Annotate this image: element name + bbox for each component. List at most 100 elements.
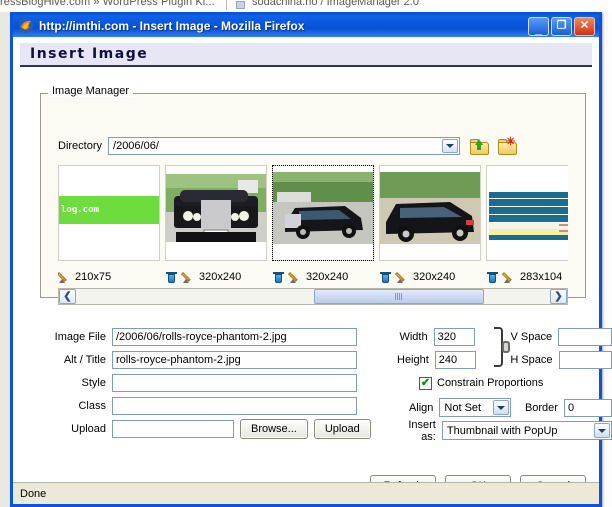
image-manager-legend: Image Manager (48, 85, 134, 97)
constrain-proportions-checkbox[interactable]: ✔ (419, 376, 432, 390)
window-titlebar[interactable]: http://imthi.com - Insert Image - Mozill… (13, 12, 599, 37)
delete-trash-icon[interactable] (272, 271, 285, 284)
background-tab-2[interactable]: sodachina.no / ImageManager 2.0 (252, 0, 419, 8)
thumbnail-item[interactable] (486, 165, 568, 261)
browse-button[interactable]: Browse... (240, 418, 308, 439)
thumbnail-row: log.com (58, 165, 568, 267)
status-bar: Done (13, 482, 599, 504)
thumbnail-caption-item: 283x104 (486, 269, 568, 285)
directory-value: /2006/06/ (113, 140, 159, 152)
thumbnail-size: 320x240 (306, 271, 349, 283)
upload-button[interactable]: Upload (313, 418, 371, 439)
align-row: Align Not Set Border 0 (397, 396, 612, 419)
thumbnail-item-selected[interactable] (272, 165, 374, 261)
thumbnail-caption-item: 320x240 (165, 269, 272, 285)
background-tab-1[interactable]: ressBlogHive.com » WordPress Plugin Ki..… (0, 0, 215, 8)
constrain-proportions-label: Constrain Proportions (437, 377, 544, 389)
upload-input[interactable] (112, 419, 234, 438)
window-title: http://imthi.com - Insert Image - Mozill… (39, 19, 528, 33)
thumbnail-caption-item: 320x240 (272, 269, 379, 285)
directory-row: Directory /2006/06/ ✳ (58, 136, 518, 155)
align-select[interactable]: Not Set (439, 398, 511, 417)
thumbnail-caption-item: 210x75 (58, 269, 165, 285)
minimize-icon: _ (534, 21, 543, 37)
chevron-down-icon[interactable] (492, 400, 509, 415)
align-label: Align (408, 401, 434, 414)
screen: ressBlogHive.com » WordPress Plugin Ki..… (0, 0, 612, 507)
tab-favicon-icon (236, 1, 245, 9)
scrollbar-track[interactable] (76, 289, 550, 304)
delete-trash-icon[interactable] (486, 271, 499, 284)
insert-as-select[interactable]: Thumbnail with PopUp (441, 421, 612, 440)
edit-pencil-icon[interactable] (501, 271, 516, 284)
insert-as-value: Thumbnail with PopUp (446, 424, 558, 437)
directory-select[interactable]: /2006/06/ (108, 137, 461, 155)
scrollbar-thumb[interactable] (314, 289, 484, 304)
firefox-icon (18, 18, 34, 34)
style-label: Style (81, 376, 106, 389)
image-dimension-panel: Width 320 V Space Height 240 H Space ✔ C… (397, 325, 612, 443)
tab-separator (226, 0, 227, 10)
alt-title-label: Alt / Title (63, 353, 106, 366)
vspace-input[interactable] (558, 327, 612, 346)
status-text: Done (20, 487, 47, 500)
alt-title-input[interactable]: rolls-royce-phantom-2.jpg (112, 350, 357, 369)
window-buttons: _ ❐ ✕ (528, 16, 595, 37)
vspace-label: V Space (510, 330, 553, 343)
thumbnail-image-car-front (166, 166, 266, 260)
window-title-url: http://imthi.com (39, 19, 129, 33)
thumbnail-image-stats (487, 166, 568, 260)
scrollbar-grip-icon (395, 293, 403, 300)
image-file-input[interactable]: /2006/06/rolls-royce-phantom-2.jpg (112, 327, 357, 346)
edit-pencil-icon[interactable] (394, 271, 409, 284)
border-input[interactable]: 0 (563, 398, 612, 417)
edit-pencil-icon[interactable] (58, 271, 71, 284)
scroll-left-button[interactable]: ❮ (59, 289, 76, 304)
width-input[interactable]: 320 (433, 327, 476, 346)
folder-up-icon[interactable] (470, 138, 490, 155)
thumbnail-item[interactable] (165, 165, 267, 261)
width-label: Width (399, 330, 428, 343)
upload-label: Upload (71, 422, 106, 435)
thumbnail-caption-item: 320x240 (379, 269, 486, 285)
thumbnail-item[interactable]: log.com (58, 165, 160, 261)
page-title: Insert Image (30, 46, 149, 62)
edit-pencil-icon[interactable] (180, 271, 195, 284)
border-label: Border (524, 401, 558, 414)
image-file-label: Image File (54, 330, 106, 343)
thumbnail-item[interactable] (379, 165, 481, 261)
hspace-label: H Space (510, 353, 553, 366)
maximize-button[interactable]: ❐ (551, 16, 572, 36)
delete-trash-icon[interactable] (165, 271, 178, 284)
window-title-rest: - Insert Image - Mozilla Firefox (132, 19, 305, 33)
chevron-down-icon[interactable] (442, 139, 459, 153)
hspace-input[interactable] (558, 350, 612, 369)
thumbnail-scrollbar[interactable]: ❮ ❯ (58, 288, 568, 305)
edit-pencil-icon[interactable] (287, 271, 302, 284)
close-button[interactable]: ✕ (574, 16, 595, 36)
maximize-icon: ❐ (556, 19, 567, 32)
constrain-proportions-row[interactable]: ✔ Constrain Proportions (419, 373, 612, 393)
align-value: Not Set (444, 401, 482, 414)
insert-as-label: Insert as: (408, 418, 436, 443)
thumbnail-strip[interactable]: log.com (58, 165, 568, 267)
thumbnail-image-car-side (380, 166, 480, 260)
height-input[interactable]: 240 (434, 350, 477, 369)
chain-link-icon (494, 327, 512, 367)
thumbnail-size: 320x240 (413, 271, 456, 283)
style-input[interactable] (112, 373, 357, 392)
scroll-right-button[interactable]: ❯ (550, 289, 567, 304)
thumbnail-size: 320x240 (199, 271, 242, 283)
folder-buttons: ✳ (470, 136, 518, 155)
thumbnail-caption-row: 210x75 320x240 320x240 320x240 283x104 (58, 269, 568, 285)
banner-text: log.com (61, 205, 99, 215)
minimize-button[interactable]: _ (528, 16, 549, 37)
image-properties-form: Image File /2006/06/rolls-royce-phantom-… (40, 325, 612, 443)
height-label: Height (397, 353, 429, 366)
thumbnail-image-banner: log.com (59, 166, 159, 260)
chevron-down-icon[interactable] (594, 423, 610, 438)
class-input[interactable] (112, 396, 357, 415)
delete-trash-icon[interactable] (379, 271, 392, 284)
thumbnail-image-car-angle (273, 166, 373, 260)
folder-new-icon[interactable]: ✳ (498, 136, 518, 155)
